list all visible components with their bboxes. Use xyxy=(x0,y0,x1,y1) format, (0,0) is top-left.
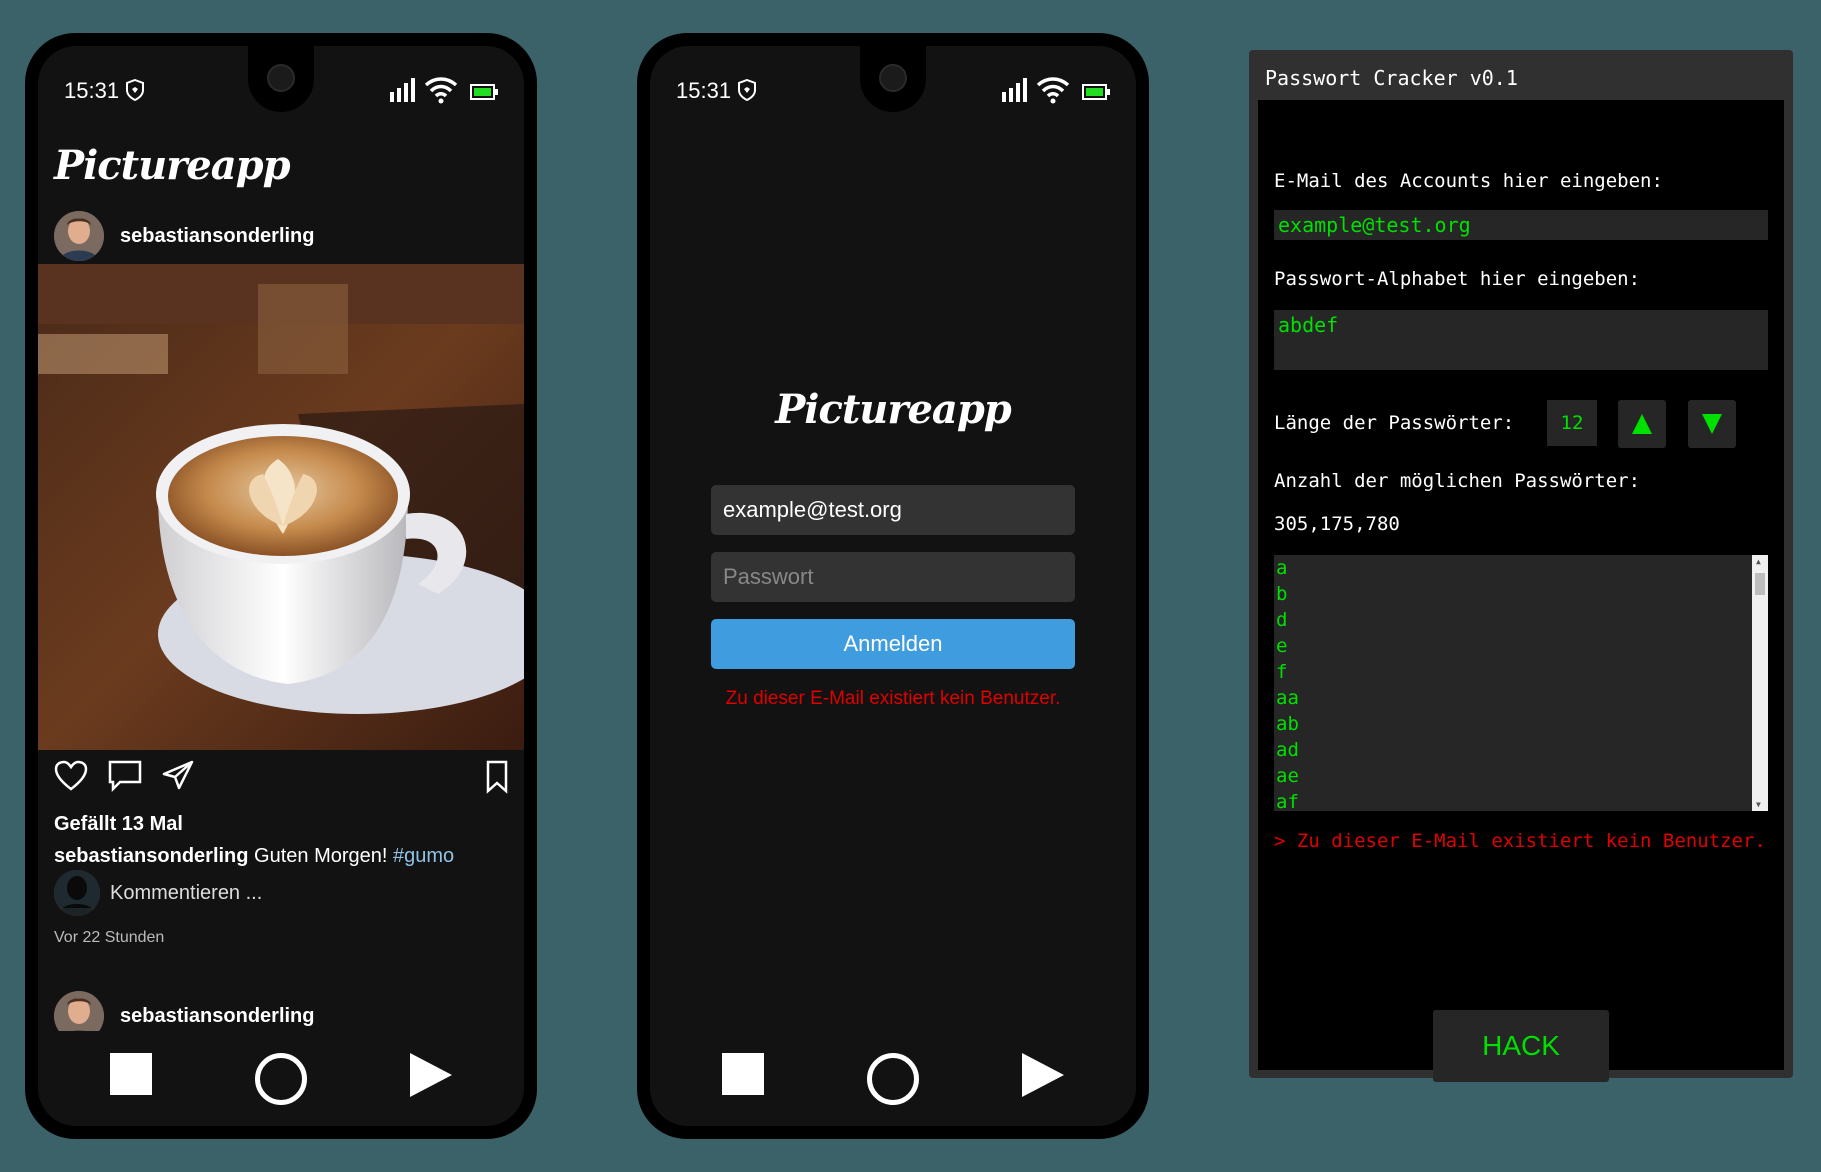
output-line: ad xyxy=(1276,739,1299,761)
app-logo: Pictureapp xyxy=(54,142,291,189)
share-icon[interactable] xyxy=(162,760,194,790)
camera-icon xyxy=(879,64,907,92)
like-count: Gefällt 13 Mal xyxy=(54,813,183,835)
login-phone: 15:31 Pictureapp example@test.org Passwo… xyxy=(637,33,1149,1139)
cracker-window: Passwort Cracker v0.1 E-Mail des Account… xyxy=(1249,50,1793,1082)
output-line: ae xyxy=(1276,765,1299,787)
post-header[interactable]: sebastiansonderling xyxy=(54,210,315,262)
alphabet-input[interactable]: abdef xyxy=(1274,310,1768,370)
output-line: ab xyxy=(1276,713,1299,735)
signal-icon xyxy=(1002,78,1027,102)
output-line: af xyxy=(1276,791,1299,811)
email-label: E-Mail des Accounts hier eingeben: xyxy=(1274,170,1663,192)
home-button[interactable] xyxy=(867,1053,919,1105)
play-button[interactable] xyxy=(410,1053,452,1097)
comment-input[interactable]: Kommentieren ... xyxy=(110,882,262,905)
caption-hashtag[interactable]: #gumo xyxy=(393,845,454,867)
output-line: aa xyxy=(1276,687,1299,709)
cracker-body: E-Mail des Accounts hier eingeben: examp… xyxy=(1258,100,1784,1082)
play-button[interactable] xyxy=(1022,1053,1064,1097)
cracker-error: > Zu dieser E-Mail existiert kein Benutz… xyxy=(1274,830,1766,852)
hack-button[interactable]: HACK xyxy=(1433,1010,1609,1082)
caption-text: Guten Morgen! xyxy=(248,845,394,867)
wifi-icon xyxy=(1036,77,1070,104)
home-button[interactable] xyxy=(255,1053,307,1105)
login-screen: 15:31 Pictureapp example@test.org Passwo… xyxy=(650,46,1136,1126)
output-line: a xyxy=(1276,557,1288,579)
shield-icon xyxy=(738,79,756,101)
length-input[interactable]: 12 xyxy=(1547,400,1597,446)
target-email-input[interactable]: example@test.org xyxy=(1274,210,1768,240)
stop-button[interactable] xyxy=(110,1053,152,1095)
status-time: 15:31 xyxy=(64,78,120,103)
camera-icon xyxy=(267,64,295,92)
app-logo: Pictureapp xyxy=(775,386,1012,433)
camera-notch xyxy=(860,46,926,112)
wifi-icon xyxy=(424,77,458,104)
post-username[interactable]: sebastiansonderling xyxy=(120,225,315,248)
bookmark-icon[interactable] xyxy=(486,760,508,794)
output-log[interactable]: a b d e f aa ab ad ae af ▲ ▼ xyxy=(1274,555,1768,811)
post-actions xyxy=(54,760,508,800)
password-field[interactable]: Passwort xyxy=(711,552,1075,602)
scroll-down-icon[interactable]: ▼ xyxy=(1756,800,1761,809)
arrow-down-icon xyxy=(1702,414,1722,434)
login-button[interactable]: Anmelden xyxy=(711,619,1075,669)
count-value: 305,175,780 xyxy=(1274,513,1400,535)
output-line: e xyxy=(1276,635,1288,657)
caption-username[interactable]: sebastiansonderling xyxy=(54,845,249,867)
count-label: Anzahl der möglichen Passwörter: xyxy=(1274,470,1641,492)
post-image[interactable] xyxy=(38,264,524,750)
feed-phone: 15:31 Pictureapp sebastiansonderling Gef… xyxy=(25,33,537,1139)
length-increase-button[interactable] xyxy=(1618,400,1666,448)
comment-input-row[interactable]: Kommentieren ... xyxy=(54,867,262,919)
stop-button[interactable] xyxy=(722,1053,764,1095)
email-field[interactable]: example@test.org xyxy=(711,485,1075,535)
camera-notch xyxy=(248,46,314,112)
battery-icon xyxy=(470,84,498,100)
shield-icon xyxy=(126,79,144,101)
scrollbar[interactable]: ▲ ▼ xyxy=(1752,555,1768,811)
feed-screen: 15:31 Pictureapp sebastiansonderling Gef… xyxy=(38,46,524,1126)
post-caption: sebastiansonderling Guten Morgen! #gumo xyxy=(54,845,454,868)
output-lines: a b d e f aa ab ad ae af xyxy=(1274,555,1768,811)
arrow-up-icon xyxy=(1632,414,1652,434)
heart-icon[interactable] xyxy=(54,760,88,792)
avatar[interactable] xyxy=(54,211,104,261)
battery-icon xyxy=(1082,84,1110,100)
login-error: Zu dieser E-Mail existiert kein Benutzer… xyxy=(725,688,1061,709)
post-username[interactable]: sebastiansonderling xyxy=(120,1005,315,1028)
window-title: Passwort Cracker v0.1 xyxy=(1265,66,1518,90)
output-line: b xyxy=(1276,583,1288,605)
nav-bar xyxy=(38,1031,524,1126)
length-decrease-button[interactable] xyxy=(1688,400,1736,448)
comment-icon[interactable] xyxy=(108,760,142,792)
commenter-avatar xyxy=(54,870,100,916)
scroll-up-icon[interactable]: ▲ xyxy=(1756,557,1761,566)
signal-icon xyxy=(390,78,415,102)
scrollbar-thumb[interactable] xyxy=(1755,573,1765,595)
output-line: d xyxy=(1276,609,1288,631)
post-timestamp: Vor 22 Stunden xyxy=(54,929,165,946)
length-label: Länge der Passwörter: xyxy=(1274,412,1515,434)
alphabet-label: Passwort-Alphabet hier eingeben: xyxy=(1274,268,1641,290)
nav-bar xyxy=(650,1031,1136,1126)
output-line: f xyxy=(1276,661,1288,683)
status-time: 15:31 xyxy=(676,78,732,103)
